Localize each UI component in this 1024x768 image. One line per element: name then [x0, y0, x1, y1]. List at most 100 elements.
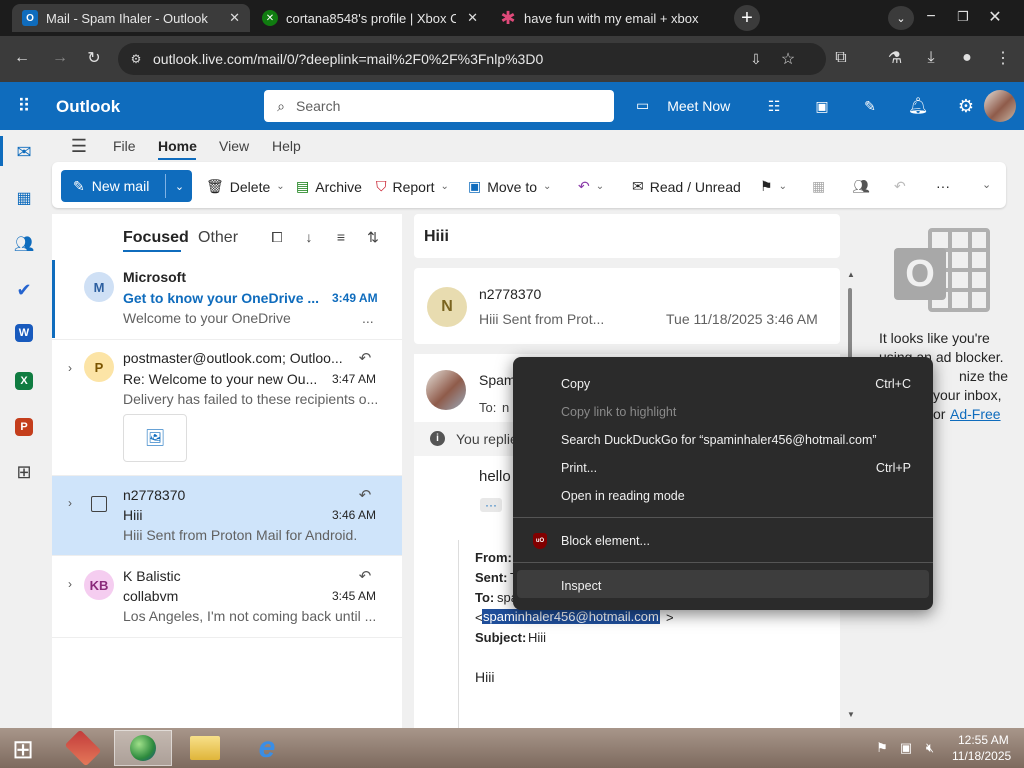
- more-apps-icon[interactable]: ⊞: [12, 460, 36, 484]
- selected-email-text[interactable]: spaminhaler456@hotmail.com: [482, 609, 660, 624]
- powerpoint-app-icon[interactable]: P: [15, 418, 33, 436]
- start-button[interactable]: ⊞: [6, 734, 40, 764]
- ctx-reading-mode[interactable]: Open in reading mode: [561, 489, 685, 503]
- profile-icon[interactable]: ●: [956, 47, 978, 69]
- new-tab-button[interactable]: +: [734, 5, 760, 31]
- reply-all-button[interactable]: ↶ ⌄: [578, 178, 604, 195]
- search-input[interactable]: ⌕ Search: [264, 90, 614, 122]
- meet-now-button[interactable]: ▭ Meet Now: [636, 97, 730, 114]
- delete-button[interactable]: 🗑︎ Delete ⌄: [206, 178, 285, 195]
- clock-time[interactable]: 12:55 AM: [958, 733, 1009, 747]
- avatar[interactable]: [984, 90, 1016, 122]
- report-button[interactable]: ⛉ Report ⌄: [376, 178, 449, 195]
- network-icon[interactable]: ▣: [898, 740, 914, 756]
- bookmark-star-icon[interactable]: ☆: [778, 49, 798, 69]
- ctx-print[interactable]: Print...: [561, 461, 597, 475]
- reload-button[interactable]: ↻: [82, 46, 106, 70]
- mail-icon[interactable]: ✉: [12, 140, 36, 164]
- new-mail-button[interactable]: ✎ New mail ⌄: [61, 170, 192, 202]
- preview: Delivery has failed to these recipients …: [123, 391, 378, 407]
- select-icon[interactable]: ⧠: [268, 228, 286, 246]
- labs-icon[interactable]: ⚗: [884, 47, 906, 69]
- word-app-icon[interactable]: W: [15, 324, 33, 342]
- sender: n2778370: [479, 286, 542, 302]
- gear-icon[interactable]: ⚙: [956, 96, 976, 116]
- chevron-down-icon[interactable]: ⌄: [167, 170, 192, 202]
- tab-file[interactable]: File: [113, 138, 136, 154]
- sort-icon[interactable]: ⇅: [364, 228, 382, 246]
- ctx-copy[interactable]: Copy: [561, 377, 590, 391]
- tab-home[interactable]: Home: [158, 138, 197, 154]
- tab-search-button[interactable]: ⌄: [888, 6, 914, 30]
- folder-move-icon: ▣: [468, 178, 482, 194]
- ad-free-link[interactable]: Ad-Free: [950, 406, 1001, 422]
- expand-ribbon-button[interactable]: ⌄: [982, 178, 991, 191]
- filter-icon[interactable]: ≡: [332, 228, 350, 246]
- message-card-collapsed[interactable]: N n2778370 Hiii Sent from Prot... Tue 11…: [414, 268, 840, 344]
- extensions-icon[interactable]: ⧉: [830, 47, 852, 69]
- excel-app-icon[interactable]: X: [15, 372, 33, 390]
- forward-button[interactable]: →: [48, 46, 72, 70]
- taskbar-ie[interactable]: e: [240, 731, 294, 765]
- taskbar-browser[interactable]: [114, 730, 172, 766]
- close-window-button[interactable]: ✕: [980, 2, 1010, 32]
- calendar-icon[interactable]: ▦: [12, 186, 36, 210]
- todo-icon[interactable]: ✔: [12, 278, 36, 302]
- tab-focused[interactable]: Focused: [123, 229, 189, 247]
- bell-icon[interactable]: 🔔︎: [908, 96, 928, 116]
- chevron-right-icon[interactable]: ›: [64, 576, 76, 592]
- browser-tab-outlook[interactable]: O Mail - Spam Ihaler - Outlook ✕: [12, 4, 250, 32]
- tab-other[interactable]: Other: [198, 229, 238, 247]
- teams-icon[interactable]: ☷: [764, 96, 784, 116]
- tab-help[interactable]: Help: [272, 138, 301, 154]
- subject: Re: Welcome to your new Ou...: [123, 371, 318, 387]
- chevron-right-icon[interactable]: ›: [64, 495, 76, 511]
- preview-more: ...: [362, 310, 374, 326]
- flag-button[interactable]: ⚑ ⌄: [760, 178, 787, 195]
- close-icon[interactable]: ✕: [229, 10, 240, 26]
- read-unread-button[interactable]: ✉ Read / Unread: [632, 178, 741, 195]
- browser-tab-xbox[interactable]: ✕ cortana8548's profile | Xbox Clo ✕: [252, 4, 488, 32]
- undo-button[interactable]: ↶: [894, 178, 906, 195]
- minimize-button[interactable]: −: [916, 2, 946, 32]
- app-title[interactable]: Outlook: [56, 97, 120, 117]
- jump-icon[interactable]: ↓: [300, 228, 318, 246]
- restore-button[interactable]: ❐: [948, 2, 978, 32]
- archive-button[interactable]: ▤ Archive: [296, 178, 362, 195]
- quoted-email-close: >: [666, 610, 674, 625]
- clock-date[interactable]: 11/18/2025: [952, 749, 1011, 763]
- install-app-icon[interactable]: ⇩: [746, 49, 766, 69]
- groups-button[interactable]: 👥︎: [852, 178, 870, 195]
- close-icon[interactable]: ✕: [467, 10, 478, 26]
- pin-button[interactable]: ▦: [812, 178, 825, 195]
- more-options-button[interactable]: ···: [936, 178, 950, 194]
- people-icon[interactable]: 👥︎: [12, 232, 36, 256]
- move-to-button[interactable]: ▣ Move to ⌄: [468, 178, 551, 195]
- app-launcher-icon[interactable]: ⠿: [12, 94, 36, 118]
- avatar: N: [427, 287, 467, 327]
- quoted-subject-label: Subject:: [475, 630, 527, 645]
- downloads-icon[interactable]: ⤓: [920, 47, 942, 69]
- taskbar-app-1[interactable]: [56, 729, 110, 767]
- taskbar-explorer[interactable]: [178, 731, 232, 765]
- menu-icon[interactable]: ⋮: [992, 47, 1014, 69]
- ctx-search[interactable]: Search DuckDuckGo for “spaminhaler456@ho…: [561, 433, 877, 447]
- address-bar[interactable]: ⚙ outlook.live.com/mail/0/?deeplink=mail…: [118, 43, 826, 75]
- site-info-icon[interactable]: ⚙: [128, 51, 144, 67]
- ctx-inspect[interactable]: Inspect: [561, 579, 601, 593]
- volume-muted-icon[interactable]: 🔇︎: [922, 740, 938, 756]
- hamburger-icon[interactable]: ☰: [68, 136, 90, 156]
- focused-underline: [123, 250, 181, 252]
- show-quoted-button[interactable]: ···: [480, 498, 502, 512]
- chevron-right-icon[interactable]: ›: [64, 360, 76, 376]
- back-button[interactable]: ←: [10, 46, 34, 70]
- browser-tab-chat[interactable]: ✱ have fun with my email + xbox: [490, 4, 726, 32]
- sender: K Balistic: [123, 568, 181, 584]
- ctx-block-element[interactable]: Block element...: [561, 534, 650, 548]
- select-checkbox[interactable]: [91, 496, 107, 512]
- notes-icon[interactable]: ✎: [860, 96, 880, 116]
- tab-view[interactable]: View: [219, 138, 249, 154]
- flag-tray-icon[interactable]: ⚑: [874, 740, 890, 756]
- attachment-thumbnail[interactable]: 🖼︎: [123, 414, 187, 462]
- word-icon[interactable]: ▣: [812, 96, 832, 116]
